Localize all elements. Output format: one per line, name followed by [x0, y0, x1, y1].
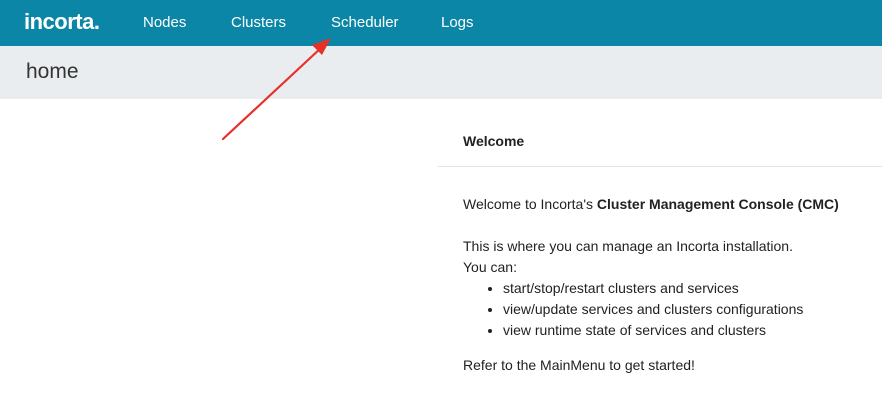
welcome-description: This is where you can manage an Incorta … [463, 238, 793, 254]
page-title: home [26, 60, 79, 83]
welcome-panel-body: Welcome to Incorta's Cluster Management … [463, 194, 873, 376]
incorta-logo[interactable]: incorta. [24, 9, 100, 35]
feature-item: view/update services and clusters config… [503, 299, 873, 320]
welcome-intro-text: Welcome to Incorta's [463, 196, 597, 212]
feature-item: view runtime state of services and clust… [503, 320, 873, 341]
welcome-intro: Welcome to Incorta's Cluster Management … [463, 194, 873, 215]
welcome-panel: Welcome Welcome to Incorta's Cluster Man… [438, 110, 882, 402]
page-header: home [0, 46, 882, 99]
nav-item-logs[interactable]: Logs [441, 14, 474, 31]
welcome-panel-header: Welcome [438, 110, 882, 167]
nav-item-clusters[interactable]: Clusters [231, 14, 286, 31]
feature-list: start/stop/restart clusters and services… [463, 278, 873, 341]
nav-item-scheduler[interactable]: Scheduler [331, 14, 399, 31]
welcome-outro: Refer to the MainMenu to get started! [463, 357, 695, 373]
feature-item: start/stop/restart clusters and services [503, 278, 873, 299]
cmc-name: Cluster Management Console (CMC) [596, 196, 839, 212]
nav-item-nodes[interactable]: Nodes [143, 14, 186, 31]
top-nav-bar: incorta. Nodes Clusters Scheduler Logs [0, 0, 882, 46]
you-can-label: You can: [463, 259, 517, 275]
welcome-panel-title: Welcome [463, 133, 525, 149]
